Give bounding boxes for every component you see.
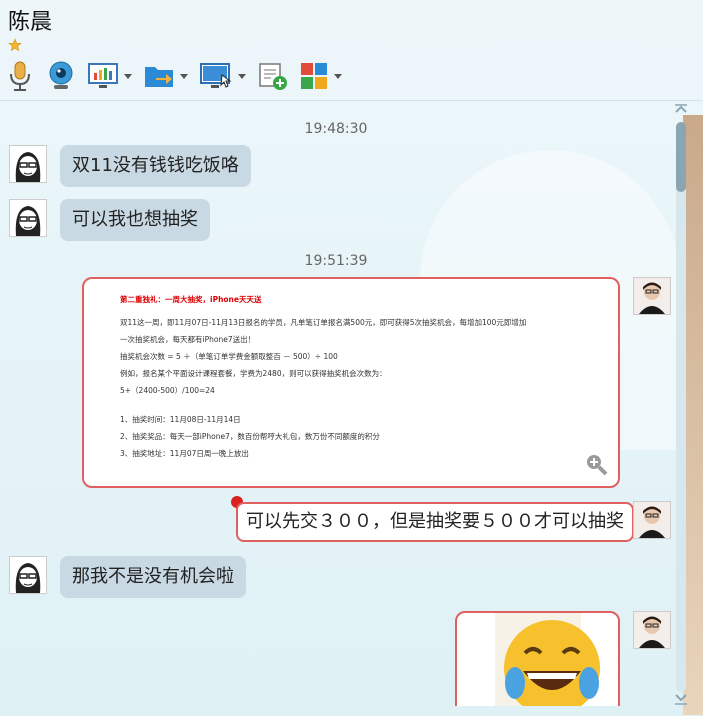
scroll-down-icon[interactable] [673, 692, 689, 706]
chat-header: 陈晨 [0, 0, 703, 101]
image-line: 1、抽奖时间：11月08日-11月14日 [120, 415, 241, 424]
image-content: 第二重独礼：一周大抽奖，iPhone天天送 双11这一周，即11月07日-11月… [120, 291, 526, 462]
user-avatar-icon [634, 612, 670, 648]
image-heading: 第二重独礼：一周大抽奖，iPhone天天送 [120, 295, 262, 304]
scroll-up-icon[interactable] [673, 104, 689, 118]
message-scrollbar[interactable] [673, 104, 689, 708]
webcam-icon [49, 61, 73, 89]
message-bubble[interactable]: 可以先交３００，但是抽奖要５００才可以抽奖 [236, 502, 634, 542]
image-line: 2、抽奖奖品：每天一部iPhone7，数百份帮哼大礼包，数万份不同额度的积分 [120, 432, 380, 441]
message-list: 19:48:30 双11没有钱钱吃饭咯 可以我也想抽奖 19:51:39 第二重… [0, 101, 672, 706]
avatar[interactable] [9, 199, 47, 237]
chevron-down-icon[interactable] [124, 73, 132, 79]
chevron-down-icon[interactable] [238, 73, 246, 79]
message-bubble[interactable]: 双11没有钱钱吃饭咯 [60, 145, 251, 187]
avatar[interactable] [633, 277, 671, 315]
file-transfer-icon [145, 67, 173, 87]
chevron-down-icon[interactable] [334, 73, 342, 79]
avatar[interactable] [633, 611, 671, 649]
message-bubble[interactable]: 可以我也想抽奖 [60, 199, 210, 241]
timestamp: 19:51:39 [304, 253, 368, 269]
add-note-button[interactable] [258, 61, 288, 91]
image-message[interactable] [455, 611, 620, 706]
contact-name: 陈晨 [8, 10, 53, 35]
image-line [120, 399, 526, 411]
scroll-thumb[interactable] [676, 122, 686, 192]
file-transfer-button[interactable] [144, 62, 188, 90]
video-call-button[interactable] [46, 60, 76, 92]
scroll-track[interactable] [676, 122, 686, 692]
microphone-button[interactable] [6, 60, 34, 92]
image-line: 5+（2400-500）/100=24 [120, 386, 215, 395]
avatar[interactable] [9, 145, 47, 183]
microphone-icon [10, 61, 30, 91]
image-line: 双11这一周，即11月07日-11月13日报名的学员，凡单笔订单报名满500元，… [120, 318, 527, 327]
image-line: 抽奖机会次数 = 5 ＋（单笔订单学费金额取整百 － 500）÷ 100 [120, 352, 338, 361]
timestamp: 19:48:30 [304, 121, 368, 137]
screen-share-button[interactable] [88, 61, 132, 91]
remote-desktop-icon [200, 63, 232, 88]
user-avatar-icon [634, 502, 670, 538]
girl-avatar-icon [10, 200, 46, 236]
user-avatar-icon [634, 278, 670, 314]
image-message[interactable]: 第二重独礼：一周大抽奖，iPhone天天送 双11这一周，即11月07日-11月… [82, 277, 620, 488]
apps-button[interactable] [300, 62, 342, 90]
add-note-icon [259, 63, 287, 90]
toolbar [6, 58, 354, 94]
star-icon [8, 38, 22, 52]
remote-desktop-button[interactable] [200, 61, 246, 91]
zoom-in-icon[interactable] [584, 452, 608, 476]
image-line: 例如，报名某个平面设计课程套餐，学费为2480，则可以获得抽奖机会次数为： [120, 369, 387, 378]
avatar[interactable] [633, 501, 671, 539]
screen-share-icon [88, 63, 118, 88]
girl-avatar-icon [10, 557, 46, 593]
avatar[interactable] [9, 556, 47, 594]
image-line: 一次抽奖机会，每天都有iPhone7送出！ [120, 335, 256, 344]
laughing-emoji-icon [495, 613, 600, 706]
message-bubble[interactable]: 那我不是没有机会啦 [60, 556, 246, 598]
apps-icon [301, 63, 327, 89]
image-line: 3、抽奖地址：11月07日周一晚上放出 [120, 449, 249, 458]
chevron-down-icon[interactable] [180, 73, 188, 79]
girl-avatar-icon [10, 146, 46, 182]
